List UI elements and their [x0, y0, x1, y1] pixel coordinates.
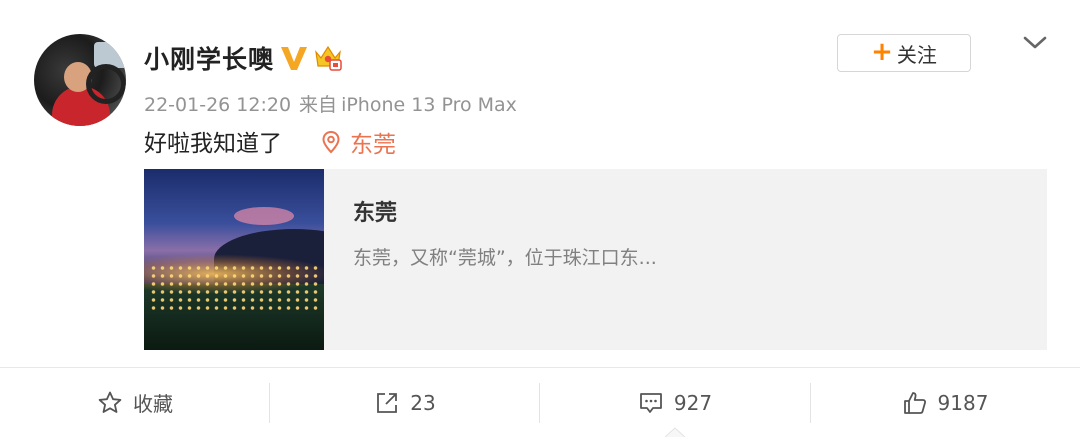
plus-icon: +: [871, 37, 893, 67]
card-image-lights: [149, 264, 319, 314]
repost-count: 23: [410, 390, 436, 415]
toolbar-divider: [539, 383, 540, 423]
post-source-prefix: 来自: [299, 94, 338, 116]
action-toolbar: 收藏 23 927 9187: [0, 367, 1080, 437]
card-description: 东莞，又称“莞城”，位于珠江口东...: [353, 247, 657, 269]
comment-bubble-icon: [640, 392, 662, 413]
star-icon: [98, 391, 122, 413]
thumbs-up-icon: [903, 391, 926, 414]
location-label: 东莞: [350, 132, 396, 158]
favorite-label: 收藏: [133, 392, 173, 416]
comment-caret-icon: [665, 427, 685, 437]
location-card[interactable]: 东莞 东莞，又称“莞城”，位于珠江口东...: [144, 169, 1047, 350]
location-pin-icon: [322, 130, 340, 154]
follow-label: 关注: [896, 42, 937, 67]
card-image: [144, 169, 324, 350]
toolbar-divider: [810, 383, 811, 423]
avatar[interactable]: [34, 34, 126, 126]
vip-crown-icon: [315, 45, 342, 71]
verified-v-icon: [281, 47, 307, 70]
share-arrow-icon: [377, 392, 398, 413]
comment-count: 927: [673, 390, 713, 415]
avatar-steering-wheel: [86, 64, 126, 104]
chevron-down-icon[interactable]: [1022, 34, 1048, 52]
post-timestamp: 22-01-26 12:20: [144, 94, 292, 116]
toolbar-divider: [269, 383, 270, 423]
card-image-cloud: [234, 207, 294, 225]
location-link[interactable]: 东莞: [320, 125, 396, 159]
repost-button[interactable]: 23: [270, 368, 540, 437]
favorite-button[interactable]: 收藏: [0, 368, 270, 437]
post-meta: 22-01-26 12:20 来自 iPhone 13 Pro Max: [144, 90, 517, 117]
post-device[interactable]: iPhone 13 Pro Max: [341, 94, 517, 116]
post-text: 好啦我知道了: [144, 131, 282, 157]
follow-button[interactable]: + 关注: [837, 34, 971, 72]
username[interactable]: 小刚学长噢: [144, 40, 274, 76]
card-title: 东莞: [353, 201, 398, 226]
like-button[interactable]: 9187: [810, 368, 1080, 437]
like-count: 9187: [937, 390, 989, 415]
